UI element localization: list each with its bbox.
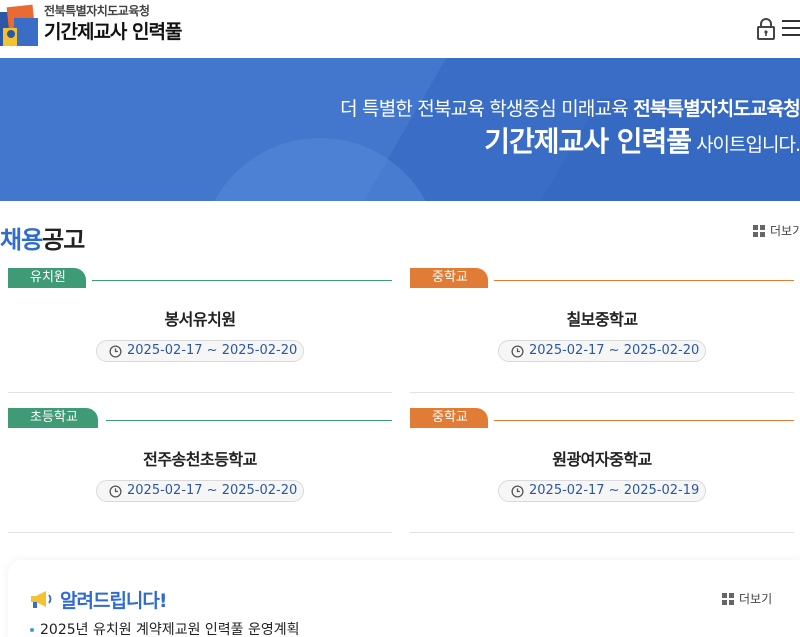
posting-period: 2025-02-17 ~ 2025-02-20: [96, 340, 304, 362]
school-name: 칠보중학교: [566, 310, 638, 329]
grid-icon: [722, 592, 734, 605]
recruit-section-title: 채용공고: [0, 226, 85, 254]
site-title[interactable]: 기간제교사 인력풀: [44, 17, 182, 44]
category-tag: 초등학교: [8, 408, 98, 428]
category-tag: 중학교: [410, 408, 488, 428]
hero-banner: 더 특별한 전북교육 학생중심 미래교육 전북특별자치도교육청 기간제교사 인력…: [0, 58, 800, 201]
logo-icon[interactable]: [0, 4, 40, 48]
divider: [494, 280, 794, 281]
category-tag: 중학교: [410, 268, 488, 288]
notice-section-title: 알려드립니다!: [60, 590, 168, 612]
clock-icon: [109, 345, 122, 358]
megaphone-icon: [31, 591, 52, 608]
divider: [106, 420, 392, 421]
banner-headline: 기간제교사 인력풀 사이트입니다.: [484, 125, 800, 158]
recruit-card[interactable]: 중학교 원광여자중학교 2025-02-17 ~ 2025-02-19: [410, 408, 794, 533]
posting-period: 2025-02-17 ~ 2025-02-20: [96, 480, 304, 502]
lock-icon[interactable]: [756, 17, 776, 41]
notice-list-item[interactable]: 2025년 유치원 계약제교원 인력풀 운영계획: [30, 619, 300, 637]
school-name: 봉서유치원: [164, 310, 236, 329]
recruit-card[interactable]: 유치원 봉서유치원 2025-02-17 ~ 2025-02-20: [8, 268, 392, 393]
banner-slogan: 더 특별한 전북교육 학생중심 미래교육 전북특별자치도교육청: [340, 98, 800, 120]
hamburger-menu-icon[interactable]: [782, 20, 800, 38]
divider: [494, 420, 794, 421]
school-name: 원광여자중학교: [552, 450, 652, 469]
bullet-icon: [30, 628, 34, 632]
category-tag: 유치원: [8, 268, 86, 288]
posting-period: 2025-02-17 ~ 2025-02-19: [498, 480, 706, 502]
recruit-card[interactable]: 중학교 칠보중학교 2025-02-17 ~ 2025-02-20: [410, 268, 794, 393]
posting-period: 2025-02-17 ~ 2025-02-20: [498, 340, 706, 362]
clock-icon: [511, 485, 524, 498]
site-header: 전북특별자치도교육청 기간제교사 인력풀: [0, 0, 800, 58]
divider: [92, 280, 392, 281]
grid-icon: [753, 224, 765, 237]
notice-more-link[interactable]: 더보기: [722, 590, 772, 607]
clock-icon: [511, 345, 524, 358]
recruit-card[interactable]: 초등학교 전주송천초등학교 2025-02-17 ~ 2025-02-20: [8, 408, 392, 533]
clock-icon: [109, 485, 122, 498]
recruit-more-link[interactable]: 더보기: [753, 222, 800, 239]
school-name: 전주송천초등학교: [143, 450, 257, 469]
